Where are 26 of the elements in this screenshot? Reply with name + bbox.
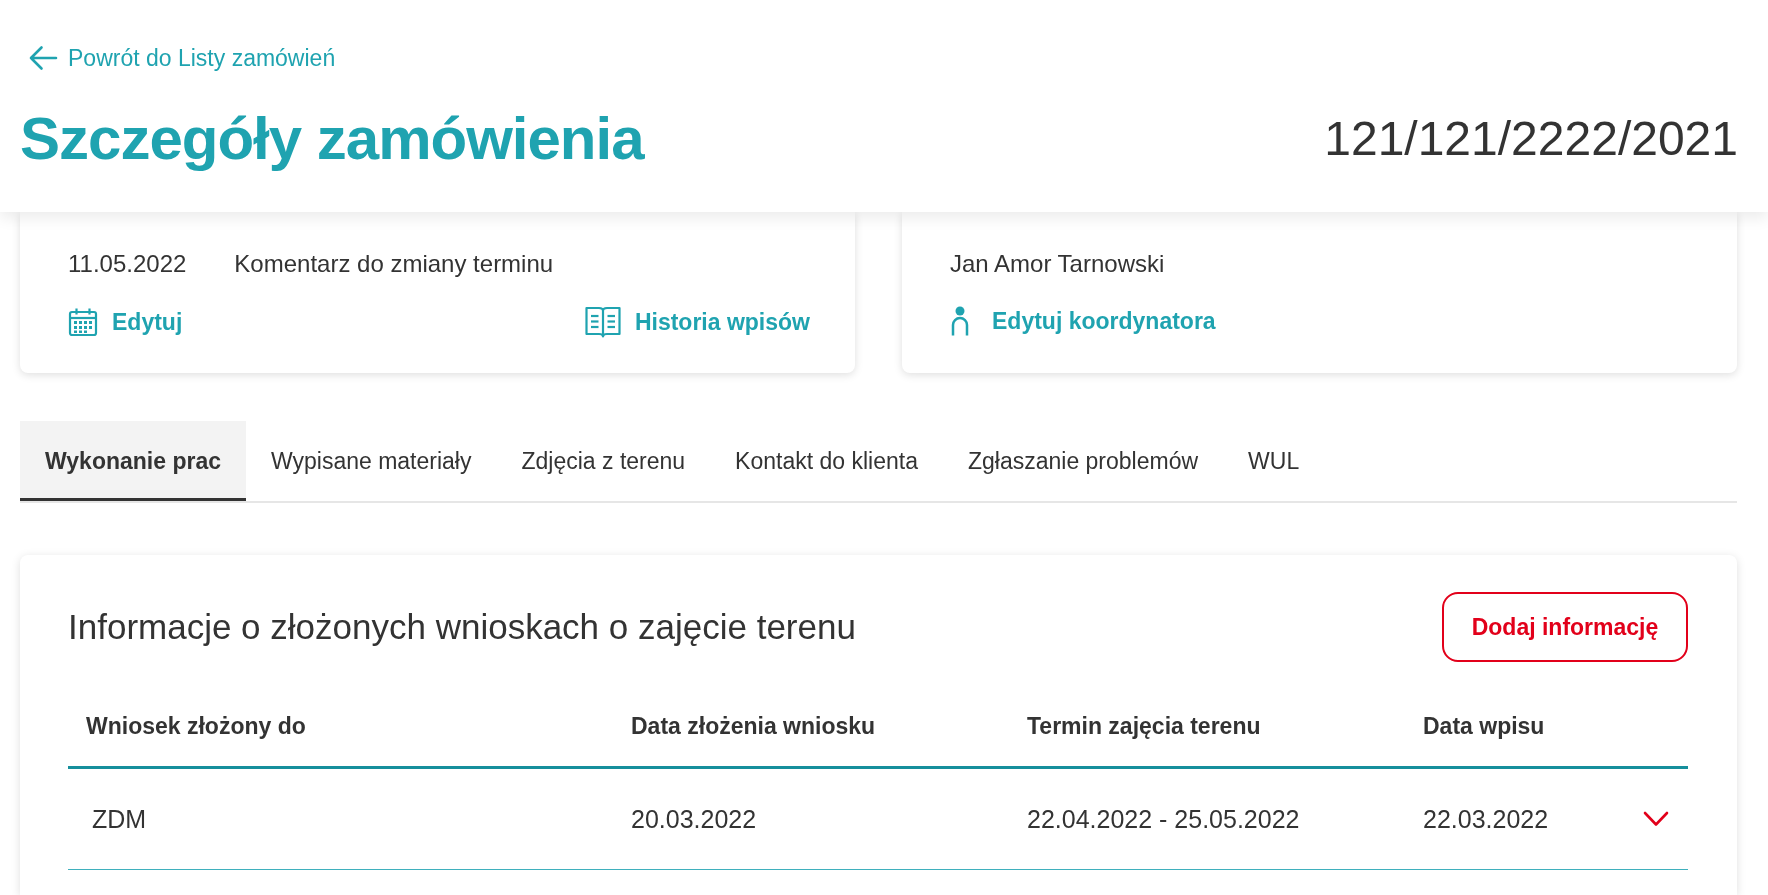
calendar-icon — [68, 307, 98, 337]
card-value: Jan Amor Tarnowski — [950, 249, 1165, 279]
column-header: Data złożenia wniosku — [631, 712, 876, 740]
tab[interactable]: Zgłaszanie problemów — [942, 421, 1224, 501]
table-cell: 20.03.2022 — [631, 804, 757, 834]
person-icon — [950, 306, 970, 336]
column-header: Wniosek złożony do — [85, 712, 306, 740]
table-cell-text: ZDM — [91, 804, 147, 834]
tab[interactable]: Wypisane materiały — [246, 421, 497, 501]
table-cell: 22.04.2022 - 25.05.2022 — [1027, 804, 1300, 834]
book-icon — [584, 306, 621, 338]
card-value: 11.05.2022 — [68, 249, 187, 279]
add-info-button[interactable]: Dodaj informację — [1442, 592, 1688, 662]
chevron-icon[interactable] — [1642, 811, 1669, 827]
order-number: 121/121/2222/2021 — [1324, 111, 1738, 167]
column-header: Termin zajęcia terenu — [1027, 712, 1261, 740]
column-header: Data wpisu — [1423, 712, 1545, 740]
arrow-left-icon — [28, 45, 58, 71]
panel-title: Informacje o złożonych wnioskach o zajęcie terenu — [68, 606, 856, 648]
table-cell: 22.03.2022 — [1423, 804, 1549, 834]
tab[interactable]: Zdjęcia z terenu — [496, 421, 711, 501]
card-value: Komentarz do zmiany terminu — [234, 249, 554, 279]
tab[interactable]: Wykonanie prac — [20, 421, 246, 501]
tab[interactable]: WUL — [1223, 421, 1325, 501]
page-title: Szczegóły zamówienia — [20, 105, 644, 173]
tab[interactable]: Kontakt do klienta — [710, 421, 943, 501]
